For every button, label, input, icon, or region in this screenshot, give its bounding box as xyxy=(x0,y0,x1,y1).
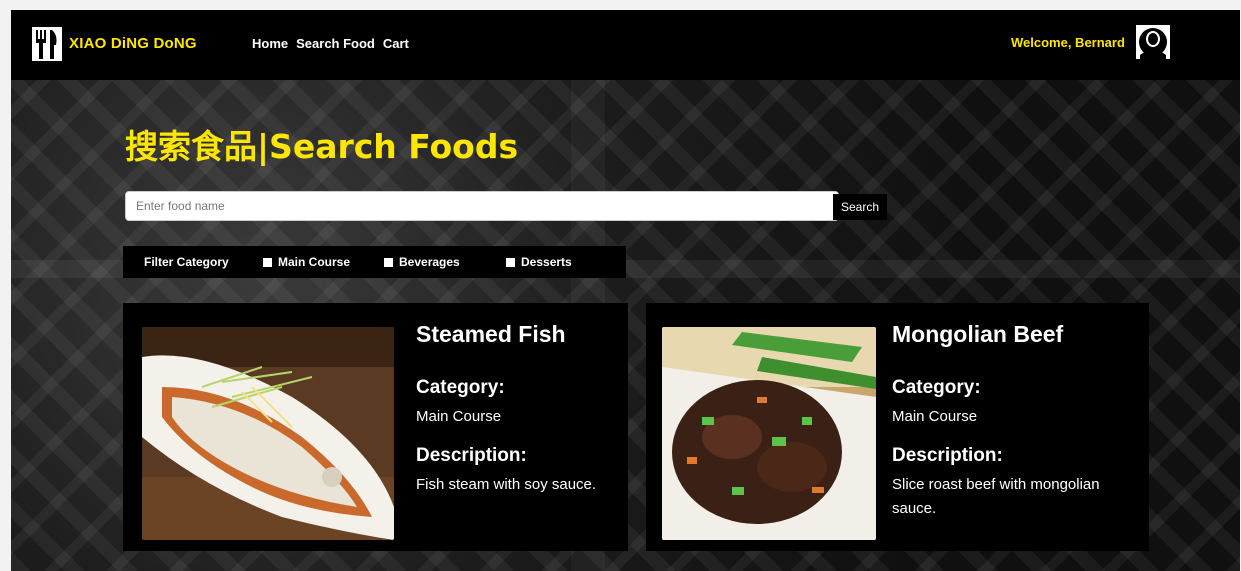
filter-beverages[interactable]: Beverages xyxy=(384,255,460,269)
filter-option-label: Desserts xyxy=(521,255,572,269)
steamed-fish-image xyxy=(142,327,394,540)
filter-option-label: Beverages xyxy=(399,255,460,269)
filter-label: Filter Category xyxy=(144,255,229,269)
nav-cart[interactable]: Cart xyxy=(383,36,409,51)
checkbox-main-course[interactable] xyxy=(263,257,272,267)
fork-knife-icon[interactable] xyxy=(32,27,62,61)
nav-home[interactable]: Home xyxy=(252,36,288,51)
description-value: Fish steam with soy sauce. xyxy=(416,476,597,493)
food-card[interactable]: Mongolian Beef Category: Main Course Des… xyxy=(646,303,1149,551)
food-name: Steamed Fish xyxy=(416,321,566,347)
category-label: Category: xyxy=(892,377,981,398)
nav-search-food[interactable]: Search Food xyxy=(296,36,375,51)
app-frame: XIAO DiNG DoNG Home Search Food Cart Wel… xyxy=(11,10,1240,571)
user-avatar-icon[interactable] xyxy=(1136,25,1170,59)
category-label: Category: xyxy=(416,377,505,398)
search-button[interactable]: Search xyxy=(833,194,887,220)
brand-name[interactable]: XIAO DiNG DoNG xyxy=(69,35,197,52)
category-value: Main Course xyxy=(416,408,502,425)
navbar: XIAO DiNG DoNG Home Search Food Cart Wel… xyxy=(11,10,1240,80)
food-name: Mongolian Beef xyxy=(892,321,1064,347)
mongolian-beef-image xyxy=(662,327,876,540)
category-value: Main Course xyxy=(892,408,978,425)
filter-desserts[interactable]: Desserts xyxy=(506,255,572,269)
welcome-message: Welcome, Bernard xyxy=(1011,35,1125,50)
nav-links: Home Search Food Cart xyxy=(252,36,417,51)
checkbox-desserts[interactable] xyxy=(506,257,515,267)
filter-main-course[interactable]: Main Course xyxy=(263,255,350,269)
filter-option-label: Main Course xyxy=(278,255,351,269)
description-value: Slice roast beef with mongolian sauce. xyxy=(892,476,1100,517)
description-label: Description: xyxy=(416,445,527,466)
checkbox-beverages[interactable] xyxy=(384,257,393,267)
food-card[interactable]: Steamed Fish Category: Main Course Descr… xyxy=(123,303,628,551)
search-input[interactable] xyxy=(125,191,839,221)
description-label: Description: xyxy=(892,445,1003,466)
page-title: 搜索食品|Search Foods xyxy=(125,127,519,166)
filter-bar: Filter Category Main Course Beverages De… xyxy=(123,246,626,278)
